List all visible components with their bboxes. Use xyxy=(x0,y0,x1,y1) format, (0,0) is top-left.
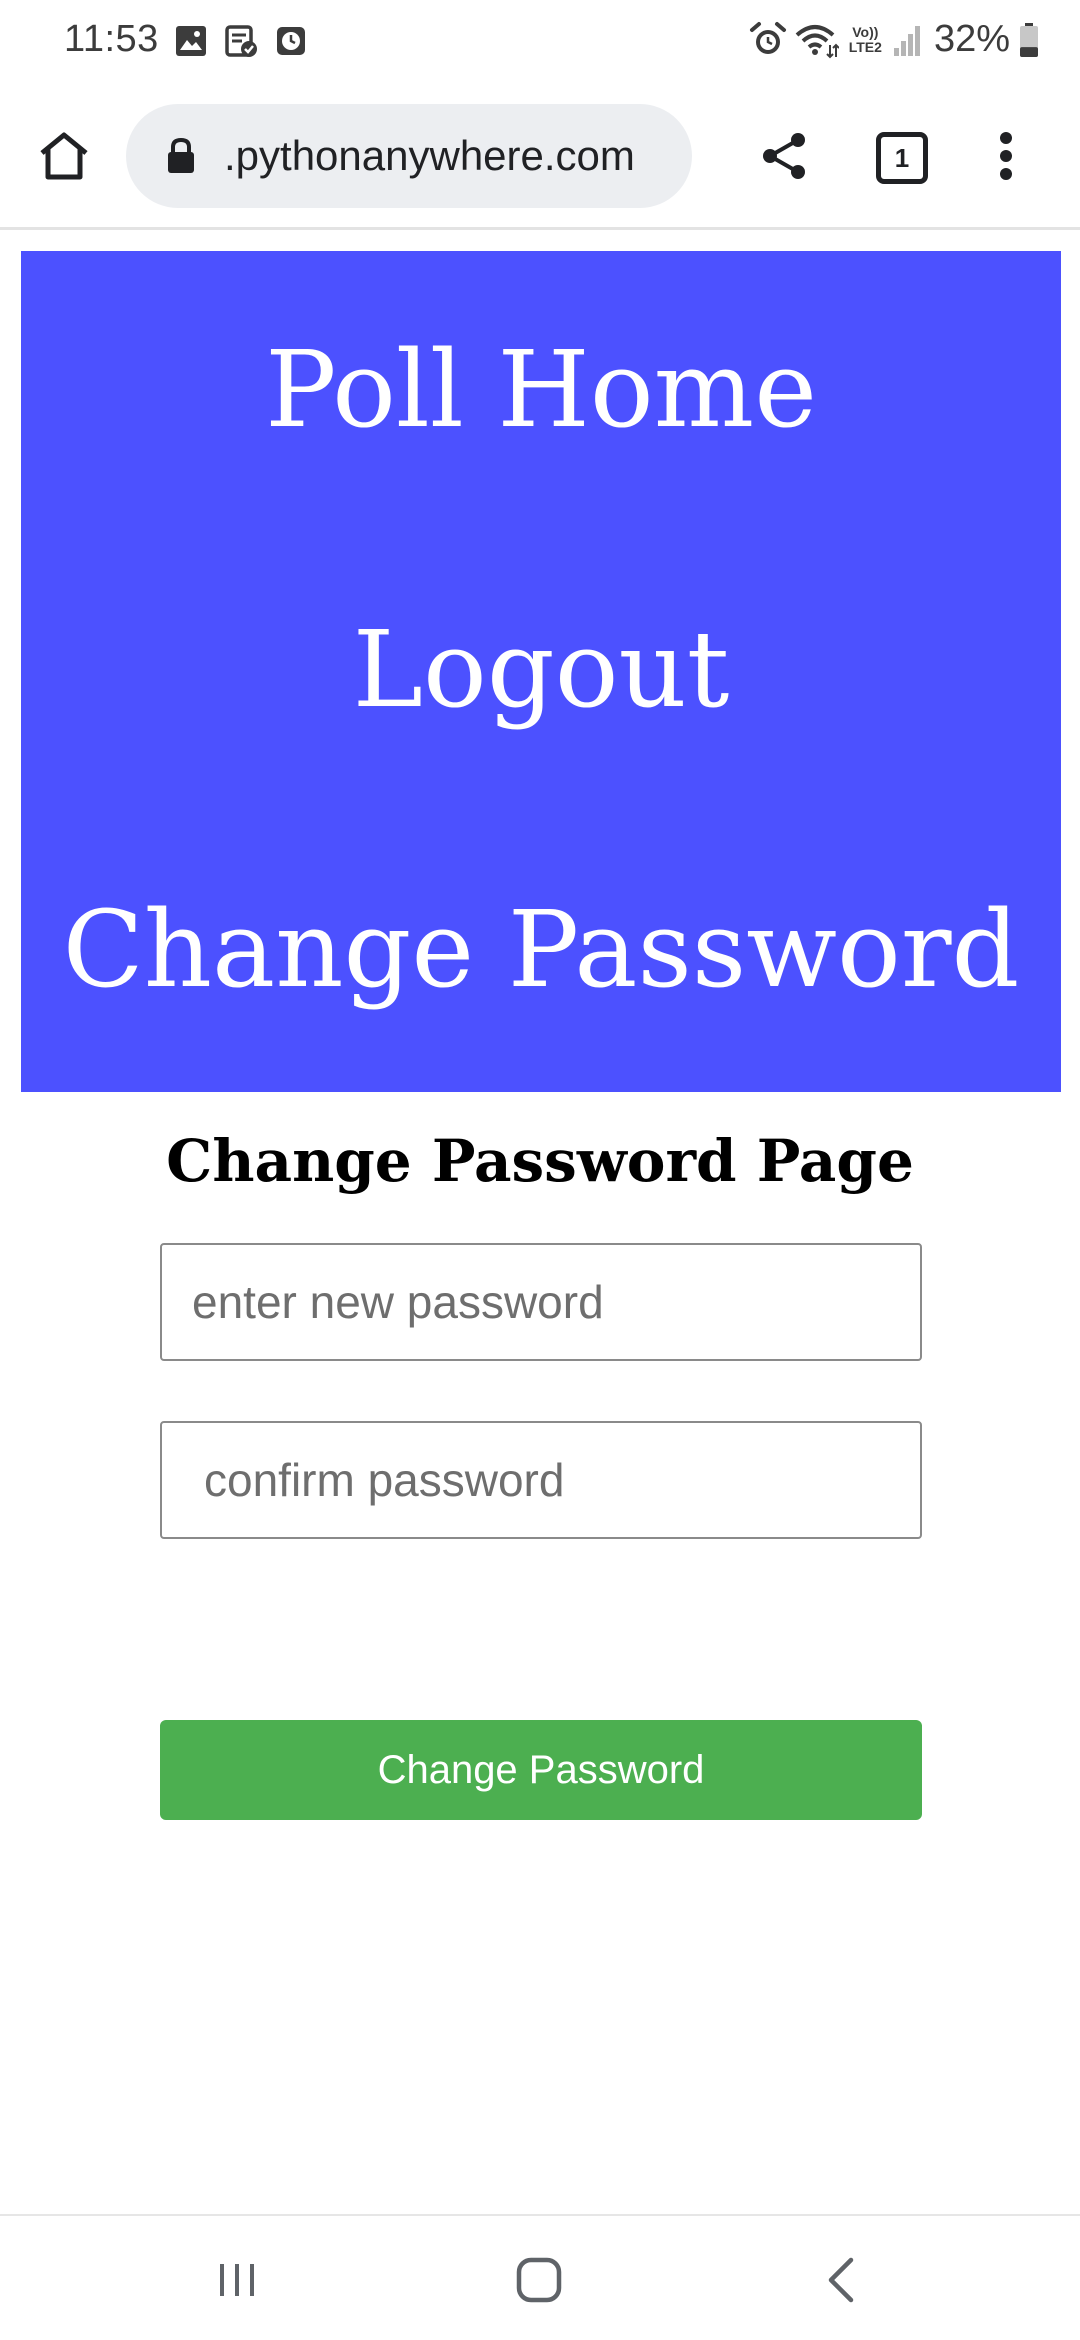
notification-icons xyxy=(174,24,308,58)
volte-icon: Vo)) LTE2 xyxy=(848,23,882,55)
status-bar: 11:53 Vo)) LTE2 32% xyxy=(0,0,1080,86)
tab-switcher-button[interactable]: 1 xyxy=(866,122,938,194)
nav-link-logout[interactable]: Logout xyxy=(21,617,1061,723)
system-home-button[interactable] xyxy=(494,2242,584,2322)
nav-divider xyxy=(0,2214,1080,2216)
gallery-icon xyxy=(174,24,208,58)
lock-icon xyxy=(164,136,198,176)
more-vert-icon xyxy=(999,131,1013,186)
status-time: 11:53 xyxy=(64,18,159,60)
confirm-password-input[interactable] xyxy=(160,1421,922,1539)
overflow-menu-button[interactable] xyxy=(970,122,1042,194)
page-title: Change Password Page xyxy=(166,1127,914,1195)
task-icon xyxy=(224,24,258,58)
share-icon xyxy=(760,131,808,186)
home-icon xyxy=(38,131,90,186)
battery-percent: 32% xyxy=(933,18,1010,60)
volte-label: Vo)) xyxy=(852,23,879,40)
nav-link-change-password[interactable]: Change Password xyxy=(21,897,1061,1003)
tab-count: 1 xyxy=(876,132,928,184)
new-password-input[interactable] xyxy=(160,1243,922,1361)
share-button[interactable] xyxy=(748,122,820,194)
change-password-button[interactable]: Change Password xyxy=(160,1720,922,1820)
url-text: .pythonanywhere.com xyxy=(224,132,635,179)
battery-icon xyxy=(1018,22,1040,58)
alarm-icon xyxy=(749,21,787,59)
nav-panel: Poll Home Logout Change Password xyxy=(21,251,1061,1092)
lte-label: LTE2 xyxy=(848,38,882,55)
system-status-icons: Vo)) LTE2 32% xyxy=(749,18,1040,61)
wifi-icon xyxy=(795,21,839,59)
home-outline-icon xyxy=(515,2256,563,2309)
recent-apps-button[interactable] xyxy=(192,2242,282,2322)
home-button[interactable] xyxy=(28,122,100,194)
address-bar[interactable]: .pythonanywhere.com xyxy=(126,104,692,208)
browser-toolbar: .pythonanywhere.com 1 xyxy=(0,86,1080,230)
clock-icon xyxy=(274,24,308,58)
recents-icon xyxy=(215,2258,259,2307)
back-chevron-icon xyxy=(823,2256,859,2309)
signal-icon xyxy=(892,22,922,58)
back-button[interactable] xyxy=(796,2242,886,2322)
nav-link-poll-home[interactable]: Poll Home xyxy=(21,337,1061,443)
